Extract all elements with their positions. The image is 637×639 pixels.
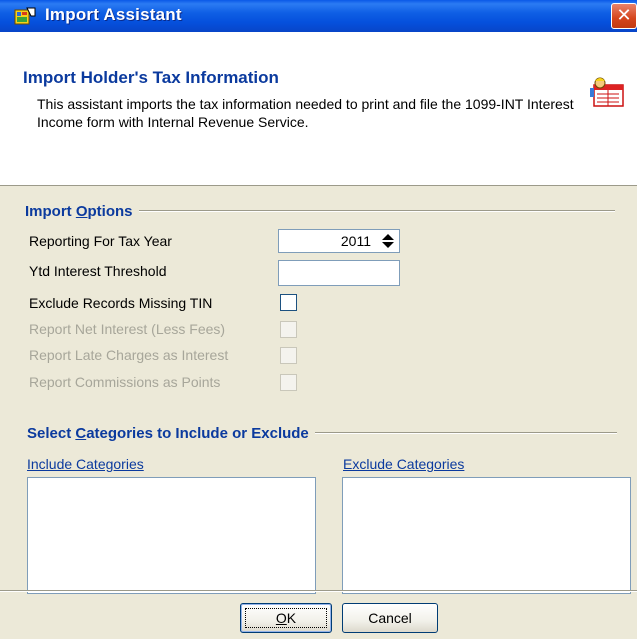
close-button[interactable]: ✕ bbox=[611, 3, 637, 29]
threshold-label: Ytd Interest Threshold bbox=[29, 263, 167, 279]
tax-form-icon bbox=[590, 77, 624, 107]
ok-button[interactable]: OK bbox=[240, 603, 332, 633]
include-categories-label[interactable]: Include Categories bbox=[27, 456, 144, 472]
cancel-button[interactable]: Cancel bbox=[342, 603, 438, 633]
header-panel: Import Holder's Tax Information This ass… bbox=[0, 32, 637, 186]
categories-heading: Select Categories to Include or Exclude bbox=[27, 423, 617, 443]
report-net-interest-label: Report Net Interest (Less Fees) bbox=[29, 321, 226, 337]
report-late-charges-checkbox[interactable] bbox=[280, 347, 297, 364]
tax-year-spinner[interactable]: 2011 bbox=[278, 229, 400, 253]
import-options-heading: Import Options bbox=[25, 201, 615, 221]
window-title: Import Assistant bbox=[45, 5, 182, 24]
spinner-arrows-icon[interactable] bbox=[381, 233, 395, 249]
page-title: Import Holder's Tax Information bbox=[23, 68, 279, 87]
report-late-charges-label: Report Late Charges as Interest bbox=[29, 347, 229, 363]
footer-divider bbox=[0, 590, 637, 592]
import-assistant-window: Import Assistant ✕ Import Holder's Tax I… bbox=[0, 0, 637, 639]
focus-rect bbox=[245, 608, 327, 628]
page-description: This assistant imports the tax informati… bbox=[37, 96, 574, 130]
tax-year-label: Reporting For Tax Year bbox=[29, 233, 172, 249]
exclude-categories-label[interactable]: Exclude Categories bbox=[343, 456, 464, 472]
title-bar[interactable]: Import Assistant ✕ bbox=[0, 0, 637, 32]
import-wizard-icon bbox=[14, 7, 36, 25]
exclude-categories-list[interactable] bbox=[342, 477, 631, 594]
include-categories-list[interactable] bbox=[27, 477, 316, 594]
close-icon: ✕ bbox=[616, 5, 632, 25]
report-net-interest-checkbox[interactable] bbox=[280, 321, 297, 338]
exclude-missing-tin-checkbox[interactable] bbox=[280, 294, 297, 311]
threshold-input[interactable] bbox=[278, 260, 400, 286]
report-commissions-checkbox[interactable] bbox=[280, 374, 297, 391]
section-divider bbox=[314, 432, 617, 434]
tax-year-value: 2011 bbox=[340, 233, 371, 249]
exclude-missing-tin-label: Exclude Records Missing TIN bbox=[29, 295, 213, 311]
section-divider bbox=[138, 210, 615, 212]
report-commissions-label: Report Commissions as Points bbox=[29, 374, 221, 390]
